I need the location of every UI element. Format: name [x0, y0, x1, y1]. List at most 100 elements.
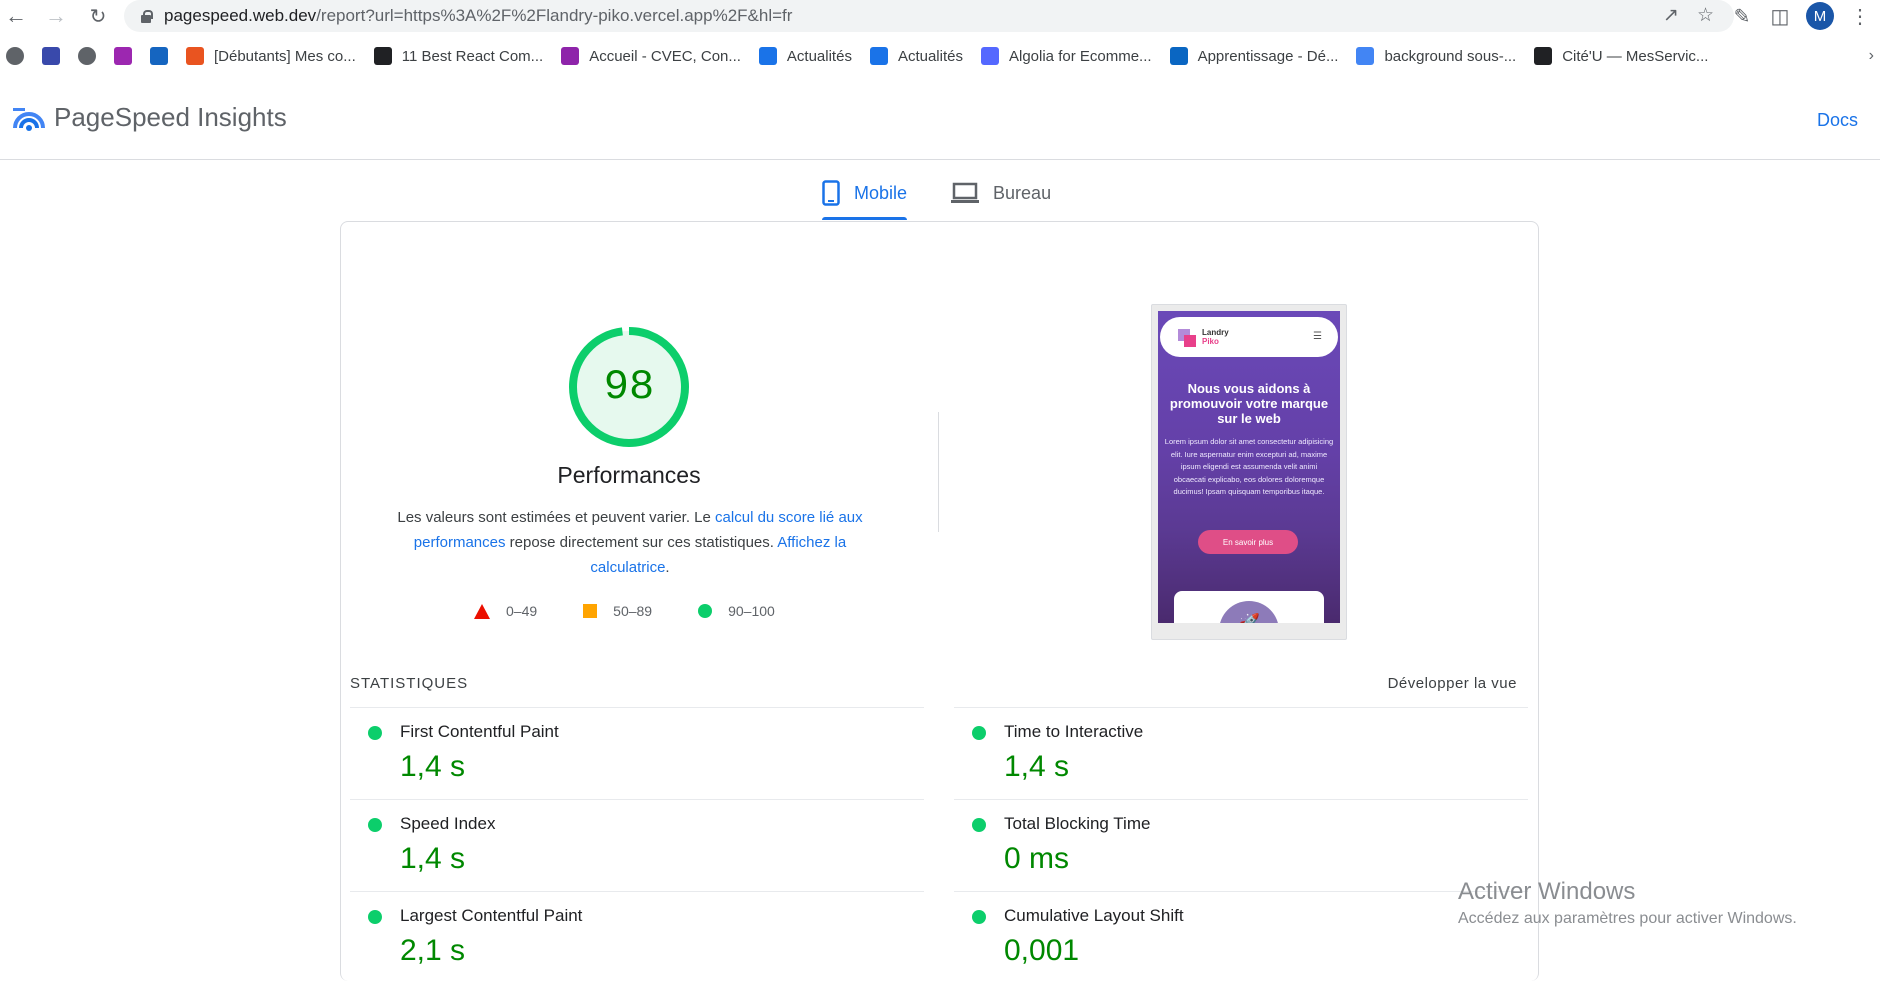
metric-value: 0 ms	[1004, 842, 1070, 875]
url-text: pagespeed.web.dev/report?url=https%3A%2F…	[164, 6, 793, 25]
menu-icon[interactable]: ⋮	[1848, 4, 1872, 29]
preview-navbar: Landry Piko ☰	[1160, 317, 1338, 357]
google-icon	[1356, 47, 1375, 65]
globe-icon	[6, 47, 24, 65]
metric-item: Largest Contentful Paint 2,1 s	[350, 891, 924, 983]
triangle-icon	[474, 603, 490, 619]
profile-avatar[interactable]: M	[1806, 2, 1834, 30]
x-icon	[373, 47, 392, 65]
bookmark-item[interactable]: Actualités	[758, 47, 852, 65]
pass-circle-icon	[368, 910, 382, 924]
legend-item-pass: 90–100	[698, 603, 775, 619]
metric-item: Total Blocking Time 0 ms	[954, 799, 1528, 891]
metric-name: Cumulative Layout Shift	[1004, 906, 1184, 925]
stats-section-label: STATISTIQUES	[350, 675, 469, 692]
bookmark-item[interactable]	[78, 47, 96, 65]
bookmark-item[interactable]: [Débutants] Mes co...	[186, 47, 356, 65]
performance-category-title: Performances	[557, 462, 701, 488]
bookmark-item[interactable]: Cité'U — MesServic...	[1534, 47, 1708, 65]
preview-cta-button: En savoir plus	[1198, 530, 1298, 554]
divider	[938, 412, 939, 532]
metric-value: 1,4 s	[400, 842, 466, 875]
more-bookmarks-icon[interactable]: ›	[1869, 47, 1874, 65]
ubuntu-icon	[186, 47, 204, 65]
bookmark-item[interactable]: 11 Best React Com...	[373, 47, 543, 65]
tab-mobile-label: Mobile	[854, 182, 908, 203]
preview-card: 🚀	[1174, 591, 1324, 623]
news-icon	[758, 47, 777, 65]
bookmark-item[interactable]	[6, 47, 24, 65]
metric-value: 0,001	[1004, 934, 1080, 967]
pass-circle-icon	[368, 818, 382, 832]
app-title: PageSpeed Insights	[54, 102, 287, 132]
tab-bureau-label: Bureau	[993, 182, 1052, 203]
rocket-icon: 🚀	[1219, 601, 1279, 623]
performance-gauge: 98	[568, 326, 690, 448]
algolia-icon	[981, 47, 999, 65]
bookmark-item[interactable]: Apprentissage - Dé...	[1169, 47, 1338, 65]
docs-link[interactable]: Docs	[1817, 110, 1858, 131]
metric-item: Time to Interactive 1,4 s	[954, 707, 1528, 799]
metric-item: Speed Index 1,4 s	[350, 799, 924, 891]
laptop-icon	[951, 182, 980, 203]
smartphone-icon	[822, 180, 840, 206]
score-legend: 0–49 50–89 90–100	[474, 603, 821, 619]
tab-bureau[interactable]: Bureau	[951, 170, 1051, 216]
bookmark-star-icon[interactable]: ☆	[1697, 4, 1714, 27]
metric-name: Largest Contentful Paint	[400, 906, 583, 925]
pass-circle-icon	[368, 726, 382, 740]
browser-toolbar: ← → ↻ pagespeed.web.dev/report?url=https…	[0, 0, 1880, 32]
lock-icon	[140, 9, 153, 23]
windows-activation-subtitle: Accédez aux paramètres pour activer Wind…	[1458, 910, 1797, 927]
preview-logo-icon	[1178, 329, 1196, 347]
performance-description: Les valeurs sont estimées et peuvent var…	[397, 509, 863, 576]
pass-circle-icon	[972, 818, 986, 832]
metric-value: 1,4 s	[1004, 750, 1070, 783]
bookmarks-bar: [Débutants] Mes co... 11 Best React Com..…	[0, 40, 1880, 72]
w3schools-icon	[114, 47, 132, 65]
square-icon	[583, 604, 598, 618]
expand-view-toggle[interactable]: Développer la vue	[1388, 675, 1517, 692]
bookmark-item[interactable]	[114, 47, 132, 65]
cvec-icon	[561, 47, 580, 65]
metric-item: First Contentful Paint 1,4 s	[350, 707, 924, 799]
side-panel-icon[interactable]: ◫	[1768, 4, 1792, 29]
pagespeed-logo-icon	[13, 108, 45, 131]
pass-circle-icon	[972, 726, 986, 740]
tab-mobile[interactable]: Mobile	[822, 170, 908, 220]
extensions-icon[interactable]: ✎	[1730, 4, 1754, 29]
preview-paragraph: Lorem ipsum dolor sit amet consectetur a…	[1164, 437, 1334, 496]
device-tabs: Mobile Bureau	[822, 170, 1095, 220]
metric-value: 2,1 s	[400, 934, 466, 967]
legend-item-fail: 0–49	[474, 603, 537, 619]
address-bar[interactable]: pagespeed.web.dev/report?url=https%3A%2F…	[124, 0, 1734, 32]
bookmark-item[interactable]	[42, 47, 60, 65]
bookmark-item[interactable]	[150, 47, 168, 65]
metric-value: 1,4 s	[400, 750, 466, 783]
preview-menu-icon: ☰	[1313, 331, 1322, 342]
pass-circle-icon	[972, 910, 986, 924]
share-icon[interactable]: ↗	[1663, 4, 1679, 27]
linkedin-icon	[1169, 47, 1188, 65]
bookmark-item[interactable]: Algolia for Ecomme...	[981, 47, 1152, 65]
windows-activation-title: Activer Windows	[1458, 878, 1636, 905]
preview-headline: Nous vous aidons à promouvoir votre marq…	[1169, 381, 1329, 426]
metric-item: Cumulative Layout Shift 0,001	[954, 891, 1528, 983]
metric-name: Speed Index	[400, 814, 496, 833]
metric-name: Time to Interactive	[1004, 722, 1144, 741]
reload-button[interactable]: ↻	[84, 2, 112, 30]
bookmark-item[interactable]: background sous-...	[1356, 47, 1516, 65]
metric-name: First Contentful Paint	[400, 722, 559, 741]
news-icon	[869, 47, 888, 65]
bookmark-item[interactable]: Actualités	[869, 47, 963, 65]
back-button[interactable]: ←	[2, 2, 30, 30]
legend-item-average: 50–89	[583, 603, 652, 619]
forward-button[interactable]: →	[42, 2, 70, 30]
metric-name: Total Blocking Time	[1004, 814, 1151, 833]
bookmark-item[interactable]: Accueil - CVEC, Con...	[561, 47, 741, 65]
globe-icon	[78, 47, 96, 65]
performance-score: 98	[603, 363, 655, 411]
circle-icon	[698, 604, 713, 618]
cite-u-icon	[1534, 47, 1553, 65]
psi-header: PageSpeed Insights Docs	[0, 88, 1880, 160]
